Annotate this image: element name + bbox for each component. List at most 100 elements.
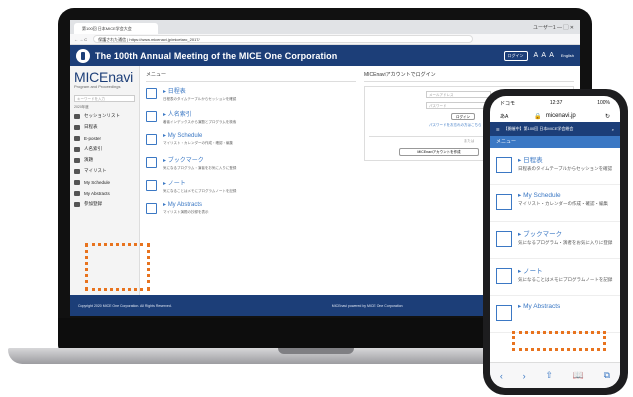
phone-item-desc: マイリスト・カレンダーの作成・確認・編集 [518,201,608,206]
sidebar-highlight-marker [85,243,150,291]
sidebar-item-label: My Abstracts [84,190,110,196]
schedule-icon [74,179,80,185]
footer-copyright: Copyright 2020 MICE One Corporation. All… [78,303,172,308]
poster-icon [74,135,80,141]
phone-menu-item-my-abstracts[interactable]: My Abstracts [490,296,620,333]
search-icon[interactable]: ⌕ [612,127,614,132]
site-header: The 100th Annual Meeting of the MICE One… [70,45,580,66]
header-login-button[interactable]: ログイン [503,50,528,61]
reader-toggle[interactable]: あA [500,113,508,120]
menu-item-timetable[interactable]: 日程表日程表のタイムテーブルからセッションを確認 [146,86,356,109]
clock-label: 12:37 [549,100,563,106]
menu-item-title[interactable]: ブックマーク [163,155,236,164]
sidebar-item-session-list[interactable]: セッションリスト [74,111,135,121]
phone-header-title: 【開催中】第100回 日本MICE学会総会 [503,126,574,131]
tabs-icon[interactable]: ⧉ [604,370,610,381]
menu-item-title[interactable]: My Schedule [163,132,233,139]
books-icon [146,203,157,214]
menu-item-title[interactable]: ノート [163,178,236,187]
phone-item-title[interactable]: ブックマーク [518,228,612,238]
menu-item-my-abstracts[interactable]: My Abstracts マイリスト演題の抄録を表示 [146,201,356,224]
phone-menu-item-timetable[interactable]: 日程表日程表のタイムテーブルからセッションを確認 [490,148,620,185]
bookmarks-icon[interactable]: 📖 [573,370,584,381]
menu-item-title[interactable]: 日程表 [163,86,236,95]
schedule-icon [496,194,512,210]
phone-url-bar[interactable]: あA 🔒 micenavi.jp ↻ [490,110,620,122]
phone-highlight-marker [512,331,606,351]
sidebar-search-input[interactable]: キーワードを入力 [74,95,135,102]
reload-icon[interactable]: ↻ [605,113,610,120]
footer-powered-by: MICEnavi powered by MICE One Corporation [331,303,403,308]
sidebar-item-abstracts[interactable]: 演題 [74,155,135,165]
font-size-switcher[interactable]: A A A [534,52,555,59]
menu-item-desc: マイリスト演題の抄録を表示 [163,210,209,214]
browser-address-bar: ← → C 保護された通信 | https://www.micenavi.jp/… [70,34,580,45]
calendar-icon [146,88,157,99]
battery-label: 100% [597,100,610,106]
lock-icon: 🔒 [534,113,542,120]
menu-item-desc: マイリスト・カレンダーの作成・確認・編集 [163,141,233,145]
email-field[interactable]: メールアドレス [426,91,491,98]
sidebar-item-eposter[interactable]: E-poster [74,133,135,143]
url-input[interactable]: 保護された通信 | https://www.micenavi.jp/miceta… [93,35,474,43]
menu-item-desc: 著者インデックスから演題とプログラムを検索 [163,120,237,124]
share-icon[interactable]: ⇧ [545,370,553,381]
menu-item-bookmark[interactable]: ブックマーク気になるプログラム・演者をお気に入りに登録 [146,155,356,178]
bookmark-icon [496,231,512,247]
phone-url[interactable]: micenavi.jp [546,113,576,119]
phone-item-desc: 気になることはメモにプログラムノートを記録 [518,277,613,282]
abstract-icon [74,157,80,163]
year-selector[interactable]: 2020年度 [74,105,135,110]
sidebar-item-my-schedule[interactable]: My Schedule [74,177,135,187]
sidebar-item-person-index[interactable]: 人名索引 [74,144,135,154]
schedule-icon [146,134,157,145]
phone-browser-toolbar: ‹ › ⇧ 📖 ⧉ [490,362,620,388]
phone-item-title[interactable]: My Abstracts [518,302,560,310]
menu-item-desc: 気になるプログラム・演者をお気に入りに登録 [163,166,237,170]
phone-item-title[interactable]: ノート [518,265,612,275]
login-heading: MICEnaviアカウントでログイン [364,71,574,82]
menu-item-note[interactable]: ノート気になることはメモにプログラムノートを記録 [146,178,356,201]
sidebar-item-timetable[interactable]: 日程表 [74,122,135,132]
window-controls[interactable]: ユーザー1 — ▢ ✕ [533,22,574,34]
hamburger-icon[interactable]: ☰ [496,127,500,132]
phone-menu-item-note[interactable]: ノート気になることはメモにプログラムノートを記録 [490,259,620,296]
brand-logo: MICEnavi [74,69,134,85]
sidebar-item-label: 参加登録 [84,201,102,206]
login-submit-button[interactable]: ログイン [451,113,475,120]
forward-icon[interactable]: › [523,371,526,381]
note-icon [496,268,512,284]
abstracts-icon [74,190,80,196]
sidebar-item-my-abstracts[interactable]: My Abstracts [74,188,135,198]
phone-item-desc: 気になるプログラム・演者をお気に入りに登録 [518,240,613,245]
phone-status-bar: ドコモ 12:37 100% [490,96,620,110]
menu-item-title[interactable]: My Abstracts [163,201,209,208]
menu-item-my-schedule[interactable]: My Schedule マイリスト・カレンダーの作成・確認・編集 [146,132,356,155]
back-icon[interactable]: ‹ [500,371,503,381]
phone-item-title[interactable]: My Schedule [518,191,608,199]
sidebar-item-mylist[interactable]: マイリスト [74,166,135,176]
phone-site-header: ☰ 【開催中】第100回 日本MICE学会総会 ⌕ [490,122,620,136]
phone-menu-item-bookmark[interactable]: ブックマーク気になるプログラム・演者をお気に入りに登録 [490,222,620,259]
browser-tab[interactable]: 第100回 日本MICE学会大会 [74,23,158,34]
people-icon [146,111,157,122]
logo-icon [76,48,90,63]
sidebar-item-label: 人名索引 [84,146,102,151]
sidebar-item-register[interactable]: 参加登録 [74,199,135,209]
password-field[interactable]: パスワード [426,102,491,109]
menu-item-person-index[interactable]: 人名索引著者インデックスから演題とプログラムを検索 [146,109,356,132]
phone-menu-item-my-schedule[interactable]: My Schedule マイリスト・カレンダーの作成・確認・編集 [490,185,620,222]
bookmark-icon [146,157,157,168]
menu-column: メニュー 日程表日程表のタイムテーブルからセッションを確認 人名索引著者インデッ… [146,71,356,290]
phone-item-title[interactable]: 日程表 [518,154,612,164]
calendar-icon [496,157,512,173]
person-icon [74,146,80,152]
create-account-button[interactable]: MICEnaviアカウントを作成 [399,148,479,156]
mylist-icon [74,168,80,174]
sidebar-item-label: 演題 [84,157,93,162]
language-link[interactable]: English [561,53,574,58]
nav-buttons[interactable]: ← → C [74,37,87,42]
menu-item-title[interactable]: 人名索引 [163,109,236,118]
menu-item-desc: 日程表のタイムテーブルからセッションを確認 [163,97,237,101]
books-icon [496,305,512,321]
